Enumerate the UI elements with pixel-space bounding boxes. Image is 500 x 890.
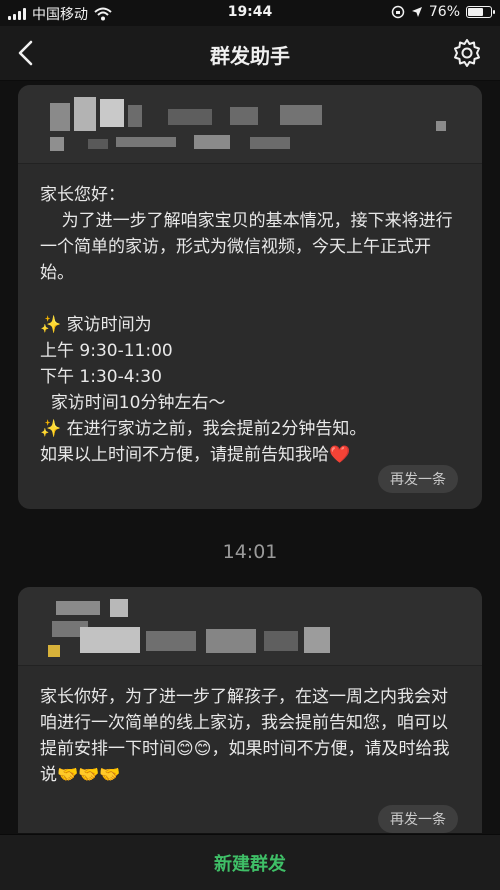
blurred-recipient (194, 135, 230, 149)
bottom-bar: 新建群发 (0, 834, 500, 890)
timestamp-separator: 14:01 (222, 541, 278, 563)
status-right: 76% (391, 4, 495, 20)
blurred-recipient (50, 103, 70, 131)
message-text: 家长你好，为了进一步了解孩子，在这一周之内我会对咱进行一次简单的线上家访，我会提… (40, 687, 450, 785)
resend-button[interactable]: 再发一条 (378, 805, 458, 833)
blurred-recipient (168, 109, 212, 125)
blurred-recipient (80, 627, 140, 653)
blurred-recipient (128, 105, 142, 127)
blurred-recipient (116, 137, 176, 147)
resend-button[interactable]: 再发一条 (378, 465, 458, 493)
blurred-recipient (264, 631, 298, 651)
broadcast-card: 家长你好，为了进一步了解孩子，在这一周之内我会对咱进行一次简单的线上家访，我会提… (18, 587, 482, 833)
location-icon (411, 7, 422, 17)
blurred-recipient (304, 627, 330, 653)
blurred-recipient (146, 631, 196, 651)
status-bar: 中国移动 19:44 76% (0, 0, 500, 26)
battery-icon (466, 6, 495, 18)
battery-fill (468, 8, 483, 16)
blurred-recipient (100, 99, 124, 127)
blurred-recipient (230, 107, 258, 125)
rotation-lock-icon (391, 5, 405, 19)
battery-percent: 76% (428, 4, 460, 20)
blurred-recipient (110, 599, 128, 617)
message-text: 家长您好： 为了进一步了解咱家宝贝的基本情况，接下来将进行一个简单的家访，形式为… (40, 185, 453, 465)
blurred-recipient (48, 645, 60, 657)
blurred-recipient (280, 105, 322, 125)
new-broadcast-button[interactable]: 新建群发 (214, 850, 286, 876)
blurred-recipient (74, 97, 96, 131)
page-title: 群发助手 (210, 44, 290, 68)
blurred-recipient (206, 629, 256, 653)
blurred-recipient (250, 137, 290, 149)
broadcast-card: 家长您好： 为了进一步了解咱家宝贝的基本情况，接下来将进行一个简单的家访，形式为… (18, 85, 482, 509)
blurred-recipient (56, 601, 100, 615)
nav-bar: 群发助手 (0, 26, 500, 81)
recipient-list-blurred (18, 85, 482, 164)
message-list[interactable]: 家长您好： 为了进一步了解咱家宝贝的基本情况，接下来将进行一个简单的家访，形式为… (0, 81, 500, 833)
blurred-recipient (88, 139, 108, 149)
blurred-recipient (436, 121, 446, 131)
recipient-list-blurred (18, 587, 482, 666)
blurred-recipient (50, 137, 64, 151)
gear-icon[interactable] (452, 38, 482, 68)
